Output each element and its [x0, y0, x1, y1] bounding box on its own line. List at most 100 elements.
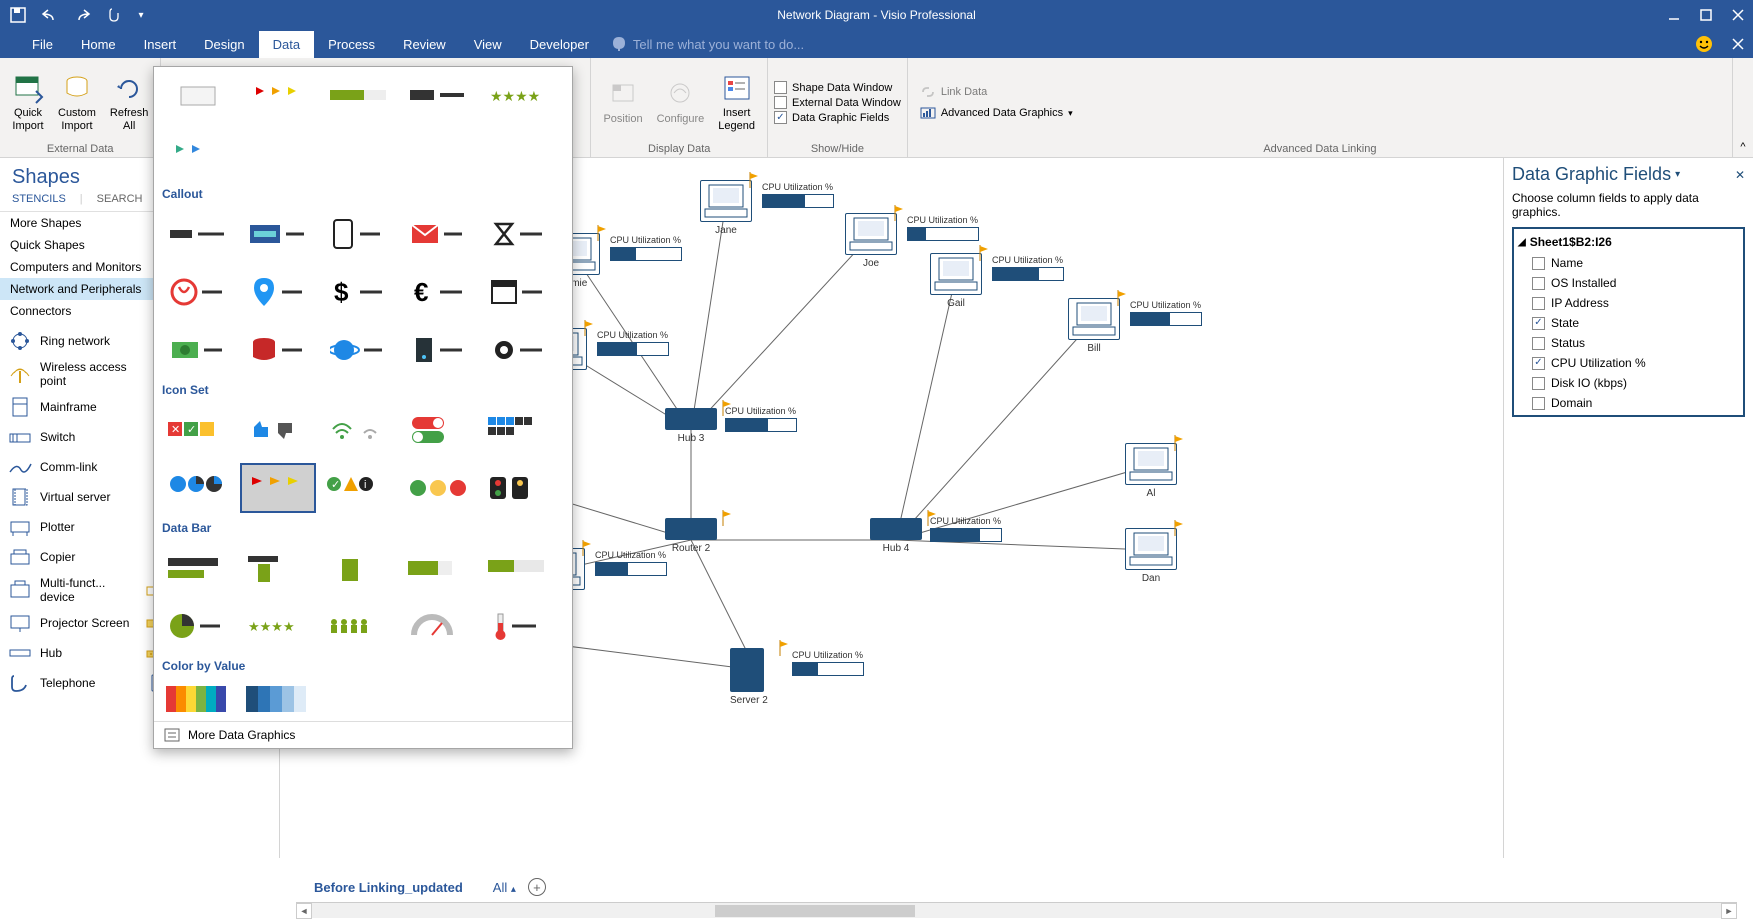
checkbox[interactable] [1532, 297, 1545, 310]
scroll-left-icon[interactable]: ◄ [296, 903, 312, 919]
tab-data[interactable]: Data [259, 31, 314, 58]
dg-callout-hourglass[interactable] [480, 209, 556, 259]
shape-item[interactable]: Ring network [4, 326, 140, 356]
all-pages-toggle[interactable]: All ▴ [493, 880, 516, 895]
node-joe[interactable]: CPU Utilization % Joe [845, 213, 897, 269]
feedback-smiley-icon[interactable] [1695, 35, 1713, 53]
insert-legend-button[interactable]: Insert Legend [712, 71, 761, 134]
shape-item[interactable]: Plotter [4, 512, 140, 542]
dg-pies[interactable] [160, 463, 236, 513]
dg-bar3[interactable] [320, 543, 396, 593]
shape-item[interactable]: Telephone [4, 668, 140, 698]
node-hub-4[interactable]: CPU Utilization % Hub 4 [870, 518, 922, 554]
checkbox[interactable] [1532, 377, 1545, 390]
page-tab[interactable]: Before Linking_updated [314, 880, 463, 895]
dg-color-blues[interactable] [240, 681, 316, 717]
shape-item[interactable]: Hub [4, 638, 140, 668]
touch-mode-icon[interactable] [104, 5, 124, 25]
search-tab[interactable]: SEARCH [97, 193, 143, 205]
node-gail[interactable]: CPU Utilization % Gail [930, 253, 982, 309]
field-ip-address[interactable]: IP Address [1516, 293, 1741, 313]
dg-progress1[interactable] [320, 71, 396, 121]
dg-callout2[interactable] [240, 209, 316, 259]
field-name[interactable]: Name [1516, 253, 1741, 273]
tab-file[interactable]: File [18, 31, 67, 58]
checkbox[interactable] [1532, 257, 1545, 270]
dg-bar5[interactable] [480, 543, 556, 593]
checkbox[interactable] [1532, 317, 1545, 330]
dg-pin[interactable] [240, 267, 316, 317]
refresh-all-button[interactable]: Refresh All [104, 71, 155, 134]
node-dan[interactable]: Dan [1125, 528, 1177, 584]
horizontal-scrollbar[interactable]: ◄ ► [296, 902, 1737, 918]
field-os-installed[interactable]: OS Installed [1516, 273, 1741, 293]
quick-import-button[interactable]: Quick Import [6, 71, 50, 134]
field-status[interactable]: Status [1516, 333, 1741, 353]
pane-close-icon[interactable]: ✕ [1735, 168, 1745, 182]
dg-planet[interactable] [320, 325, 396, 375]
dg-flags2[interactable] [160, 129, 236, 179]
shape-item[interactable]: Projector Screen [4, 608, 140, 638]
tab-insert[interactable]: Insert [130, 31, 191, 58]
dg-bar2[interactable] [240, 543, 316, 593]
node-hub-3[interactable]: CPU Utilization % Hub 3 [665, 408, 717, 444]
minimize-button[interactable] [1667, 8, 1681, 22]
dg-signs[interactable]: ✓i [320, 463, 396, 513]
shape-item[interactable]: Mainframe [4, 392, 140, 422]
data-graphic-fields-check[interactable]: Data Graphic Fields [774, 111, 901, 124]
dg-people[interactable] [320, 601, 396, 651]
dg-none[interactable] [160, 71, 236, 121]
tab-review[interactable]: Review [389, 31, 460, 58]
dg-db[interactable] [240, 325, 316, 375]
tab-process[interactable]: Process [314, 31, 389, 58]
external-data-window-check[interactable]: External Data Window [774, 96, 901, 109]
dg-phone-round[interactable] [160, 267, 236, 317]
dg-gear[interactable] [480, 325, 556, 375]
tab-view[interactable]: View [460, 31, 516, 58]
dg-traffic[interactable] [480, 463, 556, 513]
dg-stars2[interactable]: ★★★★ [240, 601, 316, 651]
node-jane[interactable]: CPU Utilization % Jane [700, 180, 752, 236]
dg-gauge[interactable] [400, 601, 476, 651]
dg-callout-mail[interactable] [400, 209, 476, 259]
dg-color-rainbow[interactable] [160, 681, 236, 717]
dg-gridcells[interactable] [480, 405, 556, 455]
shape-item[interactable]: Virtual server [4, 482, 140, 512]
maximize-button[interactable] [1699, 8, 1713, 22]
checkbox[interactable] [1532, 397, 1545, 410]
shape-item[interactable]: Wireless access point [4, 356, 140, 392]
dg-euro[interactable]: € [400, 267, 476, 317]
ribbon-close-icon[interactable] [1731, 37, 1745, 51]
more-data-graphics-item[interactable]: More Data Graphics [154, 721, 572, 748]
node-server-2[interactable]: CPU Utilization % Server 2 [730, 648, 768, 706]
dg-server[interactable] [400, 325, 476, 375]
stencils-tab[interactable]: STENCILS [12, 193, 66, 205]
field-cpu-utilization-[interactable]: CPU Utilization % [1516, 353, 1741, 373]
node-router-2[interactable]: Router 2 [665, 518, 717, 554]
data-graphics-gallery[interactable]: ★★★★ Callout $ € Icon Set ✕✓ [153, 66, 573, 749]
shape-data-window-check[interactable]: Shape Data Window [774, 81, 901, 94]
dg-wifi[interactable] [320, 405, 396, 455]
field-domain[interactable]: Domain [1516, 393, 1741, 413]
checkbox[interactable] [1532, 337, 1545, 350]
scroll-right-icon[interactable]: ► [1721, 903, 1737, 919]
field-disk-io-kbps-[interactable]: Disk IO (kbps) [1516, 373, 1741, 393]
collapse-ribbon-icon[interactable]: ^ [1733, 58, 1753, 157]
dg-flags1[interactable] [240, 71, 316, 121]
qat-custom-icon[interactable]: ▾ [136, 5, 146, 25]
dg-calendar[interactable] [480, 267, 556, 317]
redo-icon[interactable] [72, 5, 92, 25]
dg-stars[interactable]: ★★★★ [480, 71, 556, 121]
dg-pie[interactable] [160, 601, 236, 651]
scroll-thumb[interactable] [715, 905, 915, 917]
dg-dollar[interactable]: $ [320, 267, 396, 317]
shape-item[interactable]: Switch [4, 422, 140, 452]
dg-callout1[interactable] [160, 209, 236, 259]
shape-item[interactable]: Copier [4, 542, 140, 572]
dg-thumbs[interactable] [240, 405, 316, 455]
node-bill[interactable]: CPU Utilization % Bill [1068, 298, 1120, 354]
dg-label1[interactable] [400, 71, 476, 121]
dg-flags3[interactable] [240, 463, 316, 513]
field-state[interactable]: State [1516, 313, 1741, 333]
dg-thermo[interactable] [480, 601, 556, 651]
